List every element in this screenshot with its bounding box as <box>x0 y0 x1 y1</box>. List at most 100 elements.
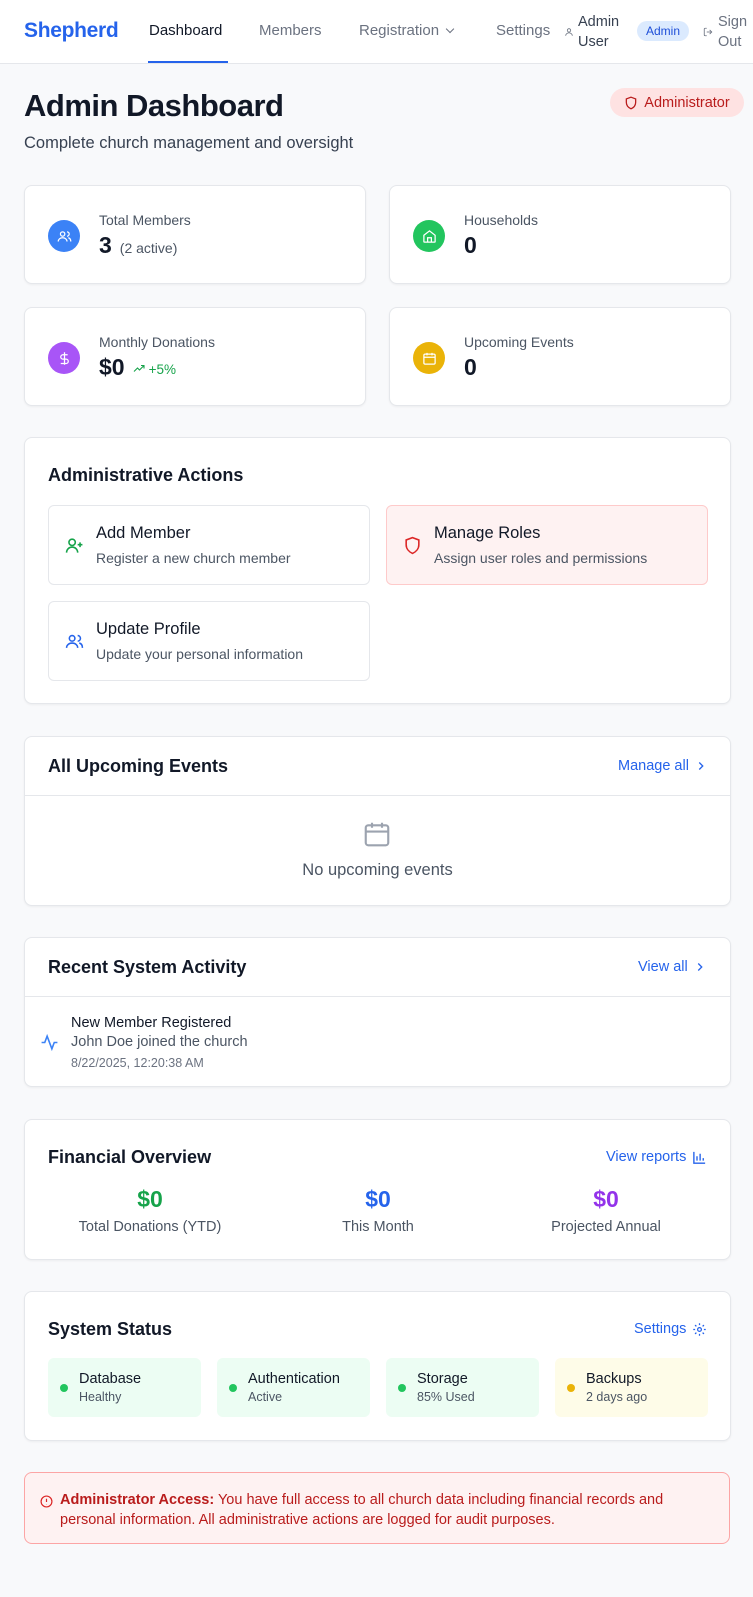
alert-message: Administrator Access: You have full acce… <box>60 1490 720 1530</box>
view-reports-link[interactable]: View reports <box>606 1149 707 1165</box>
user-name-line2: User <box>578 34 609 50</box>
action-description: Update your personal information <box>96 646 304 662</box>
top-navbar: Shepherd Dashboard Members Registration … <box>0 0 753 64</box>
financial-value: $0 <box>593 1186 619 1212</box>
page-title: Admin Dashboard <box>24 88 284 123</box>
section-title: Recent System Activity <box>48 957 247 977</box>
sign-out-button[interactable]: Sign Out <box>703 12 747 52</box>
stat-card-households: Households 0 <box>389 185 731 284</box>
activity-item[interactable]: New Member Registered John Doe joined th… <box>25 997 730 1085</box>
status-name: Backups <box>586 1371 642 1387</box>
status-dot <box>229 1384 237 1392</box>
calendar-icon <box>364 822 390 847</box>
user-menu[interactable]: Admin User <box>564 12 619 52</box>
action-title: Update Profile <box>96 620 201 638</box>
alert-circle-icon <box>40 1495 53 1508</box>
section-title: Administrative Actions <box>48 465 244 485</box>
view-all-link[interactable]: View all <box>638 959 707 975</box>
stat-card-monthly-donations: Monthly Donations $0 +5% <box>24 307 366 406</box>
section-title: Financial Overview <box>48 1147 212 1167</box>
stat-value: 3 <box>99 232 112 258</box>
status-detail: Healthy <box>79 1390 122 1404</box>
brand-logo[interactable]: Shepherd <box>24 19 119 43</box>
status-detail: 2 days ago <box>586 1390 648 1404</box>
status-backups: Backups 2 days ago <box>555 1358 708 1417</box>
financial-label: This Month <box>342 1219 414 1235</box>
dollar-icon <box>48 342 80 374</box>
nav-dashboard[interactable]: Dashboard <box>149 22 222 39</box>
stat-label: Households <box>464 212 538 228</box>
financial-label: Projected Annual <box>551 1219 661 1235</box>
admin-access-alert: Administrator Access: You have full acce… <box>24 1472 730 1544</box>
status-detail: Active <box>248 1390 283 1404</box>
status-dot <box>60 1384 68 1392</box>
home-icon <box>413 220 445 252</box>
chevron-right-icon <box>697 963 703 971</box>
gear-icon <box>693 1322 707 1336</box>
upcoming-events-card: All Upcoming Events Manage all No upcomi… <box>24 736 731 906</box>
financial-value: $0 <box>137 1186 163 1212</box>
stat-active-count: (2 active) <box>119 240 178 256</box>
stat-card-upcoming-events: Upcoming Events 0 <box>389 307 731 406</box>
manage-all-link[interactable]: Manage all <box>618 758 708 774</box>
section-title: System Status <box>48 1319 173 1339</box>
administrator-badge: Administrator <box>610 88 744 117</box>
activity-title: New Member Registered <box>71 1015 232 1031</box>
alert-label: Administrator Access: <box>60 1492 215 1508</box>
activity-timestamp: 8/22/2025, 12:20:38 AM <box>71 1056 204 1070</box>
add-member-button[interactable]: Add Member Register a new church member <box>48 505 370 585</box>
financial-label: Total Donations (YTD) <box>78 1219 222 1235</box>
sign-out-icon <box>703 27 713 37</box>
activity-description: John Doe joined the church <box>71 1034 248 1050</box>
action-description: Register a new church member <box>96 550 291 566</box>
manage-all-label: Manage all <box>618 758 689 774</box>
user-icon <box>565 28 573 36</box>
status-detail: 85% Used <box>417 1390 475 1404</box>
nav-registration-label: Registration <box>359 22 440 39</box>
settings-link[interactable]: Settings <box>634 1321 707 1337</box>
user-name-line1: Admin <box>578 14 620 30</box>
nav-registration[interactable]: Registration <box>359 22 455 39</box>
financial-this-month: $0 This Month <box>264 1186 492 1235</box>
chevron-right-icon <box>698 762 704 770</box>
status-authentication: Authentication Active <box>217 1358 370 1417</box>
status-name: Authentication <box>248 1371 340 1387</box>
stat-value-row: 3 (2 active) <box>99 232 177 259</box>
divider <box>25 795 730 796</box>
stat-value-row: $0 +5% <box>99 354 176 381</box>
empty-state-text: No upcoming events <box>302 861 453 879</box>
stat-card-total-members: Total Members 3 (2 active) <box>24 185 366 284</box>
stat-value: 0 <box>464 354 477 380</box>
stat-value: $0 <box>99 354 125 380</box>
shield-icon <box>405 536 420 555</box>
nav-members[interactable]: Members <box>259 22 322 39</box>
financial-overview-card: Financial Overview View reports $0 Total… <box>24 1119 731 1260</box>
financial-projected: $0 Projected Annual <box>492 1186 720 1235</box>
status-database: Database Healthy <box>48 1358 201 1417</box>
users-icon <box>48 220 80 252</box>
action-title: Manage Roles <box>434 524 541 542</box>
page-subtitle: Complete church management and oversight <box>24 134 354 152</box>
users-icon <box>65 634 84 648</box>
user-plus-icon <box>65 538 83 553</box>
view-all-label: View all <box>638 959 688 975</box>
chevron-down-icon <box>445 24 455 34</box>
administrator-badge-label: Administrator <box>644 94 730 111</box>
bar-chart-icon <box>693 1151 706 1164</box>
update-profile-button[interactable]: Update Profile Update your personal info… <box>48 601 370 681</box>
view-reports-label: View reports <box>606 1149 687 1165</box>
financial-ytd: $0 Total Donations (YTD) <box>36 1186 264 1235</box>
manage-roles-button[interactable]: Manage Roles Assign user roles and permi… <box>386 505 708 585</box>
financial-value: $0 <box>365 1186 391 1212</box>
status-dot <box>398 1384 406 1392</box>
nav-settings[interactable]: Settings <box>496 22 550 39</box>
status-name: Database <box>79 1371 142 1387</box>
role-badge: Admin <box>637 21 690 41</box>
sign-out-line1: Sign <box>718 14 748 30</box>
stat-trend: +5% <box>133 362 176 377</box>
action-description: Assign user roles and permissions <box>434 550 648 566</box>
settings-label: Settings <box>634 1321 687 1337</box>
shield-icon <box>625 95 637 110</box>
activity-pulse-icon <box>41 1033 58 1052</box>
active-tab-indicator <box>148 61 228 63</box>
